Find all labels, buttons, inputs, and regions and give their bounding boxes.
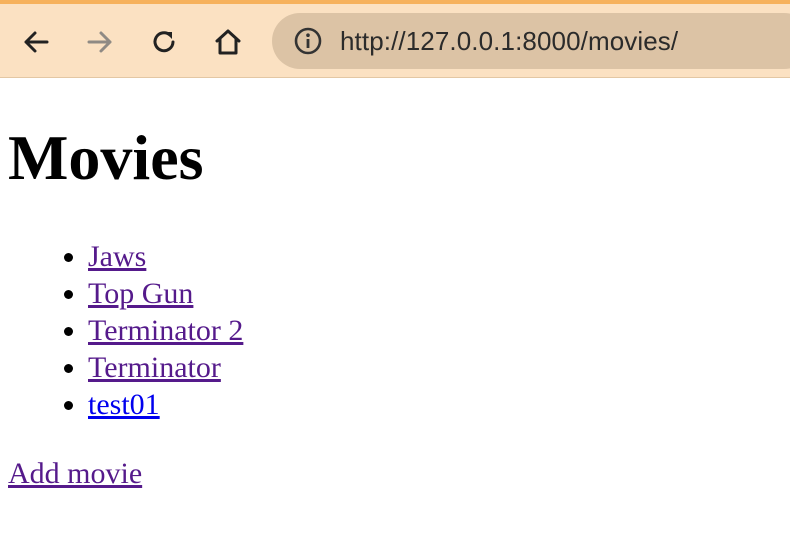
page-title: Movies [8,122,204,193]
forward-button[interactable] [80,22,120,62]
browser-toolbar: http://127.0.0.1:8000/movies/ [0,0,790,78]
movie-link-test01[interactable]: test01 [88,388,160,421]
home-icon [215,29,241,55]
movie-list: Jaws Top Gun Terminator 2 Terminator tes… [40,238,243,423]
back-button[interactable] [16,22,56,62]
address-bar[interactable]: http://127.0.0.1:8000/movies/ [272,13,790,69]
add-movie-link[interactable]: Add movie [8,455,142,492]
url-text: http://127.0.0.1:8000/movies/ [340,25,679,56]
list-item: Terminator 2 [88,312,243,349]
movie-link-top-gun[interactable]: Top Gun [88,277,193,310]
list-item: test01 [88,386,243,423]
arrow-left-icon [24,31,49,53]
movie-link-terminator-2[interactable]: Terminator 2 [88,314,243,347]
movie-link-jaws[interactable]: Jaws [88,240,146,273]
arrow-right-icon [87,31,112,53]
list-item: Top Gun [88,275,243,312]
reload-button[interactable] [144,22,184,62]
movie-link-terminator[interactable]: Terminator [88,351,221,384]
home-button[interactable] [208,22,248,62]
site-info-icon[interactable] [292,25,324,57]
list-item: Jaws [88,238,243,275]
list-item: Terminator [88,349,243,386]
reload-icon [153,31,175,53]
